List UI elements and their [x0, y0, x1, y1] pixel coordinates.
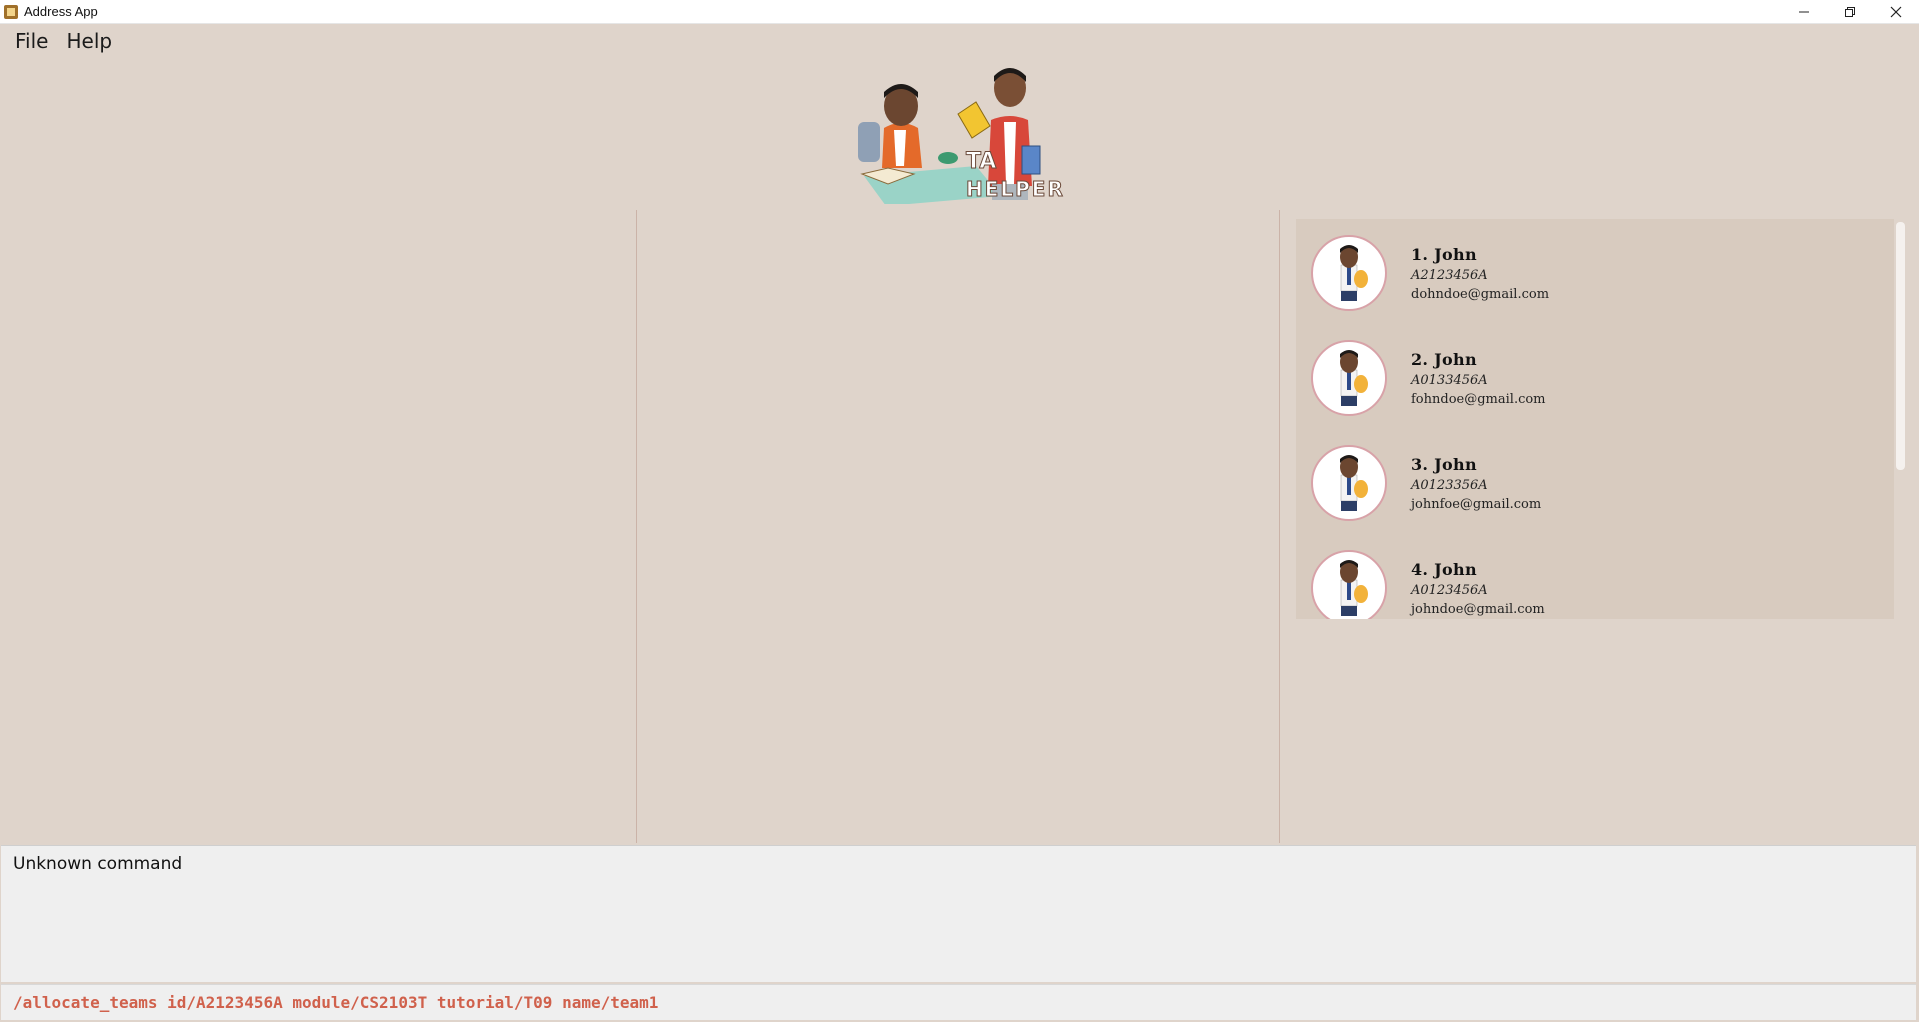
- person-name: 2. John: [1411, 350, 1477, 369]
- person-card[interactable]: 3. John A0123356A johnfoe@gmail.com: [1296, 433, 1894, 538]
- avatar: [1311, 235, 1387, 311]
- person-list-scrollbar[interactable]: [1896, 222, 1905, 470]
- window-controls: [1781, 0, 1919, 23]
- restore-icon[interactable]: [1827, 0, 1873, 23]
- person-list[interactable]: 1. John A2123456A dohndoe@gmail.com 2. J…: [1296, 219, 1894, 619]
- minimize-icon[interactable]: [1781, 0, 1827, 23]
- close-icon[interactable]: [1873, 0, 1919, 23]
- middle-panel: [637, 210, 1279, 843]
- avatar: [1311, 550, 1387, 619]
- person-id: A0133456A: [1411, 373, 1488, 388]
- command-input[interactable]: [1, 985, 1916, 1020]
- avatar: [1311, 445, 1387, 521]
- person-card[interactable]: 2. John A0133456A fohndoe@gmail.com: [1296, 328, 1894, 433]
- ta-helper-logo: TA HELPER: [826, 56, 1076, 206]
- window-title: Address App: [24, 4, 98, 19]
- person-email: johnfoe@gmail.com: [1411, 497, 1542, 512]
- app-icon: [4, 4, 18, 19]
- menu-help[interactable]: Help: [58, 29, 120, 53]
- person-name: 3. John: [1411, 455, 1477, 474]
- left-panel: [0, 210, 636, 843]
- person-name: 1. John: [1411, 245, 1477, 264]
- person-email: johndoe@gmail.com: [1411, 602, 1545, 617]
- window-titlebar: Address App: [0, 0, 1919, 24]
- column-divider-2: [1279, 210, 1280, 843]
- person-id: A0123356A: [1411, 478, 1488, 493]
- person-card[interactable]: 1. John A2123456A dohndoe@gmail.com: [1296, 223, 1894, 328]
- person-email: dohndoe@gmail.com: [1411, 287, 1550, 302]
- menu-file[interactable]: File: [7, 29, 56, 53]
- menu-bar: File Help: [0, 24, 120, 58]
- avatar: [1311, 340, 1387, 416]
- result-message: Unknown command: [13, 854, 183, 874]
- command-box: [1, 984, 1916, 1020]
- logo-ta-text: TA: [966, 149, 996, 174]
- person-id: A0123456A: [1411, 583, 1488, 598]
- person-email: fohndoe@gmail.com: [1411, 392, 1546, 407]
- logo-helper-text: HELPER: [966, 177, 1065, 201]
- person-id: A2123456A: [1411, 268, 1488, 283]
- person-name: 4. John: [1411, 560, 1477, 579]
- person-card[interactable]: 4. John A0123456A johndoe@gmail.com: [1296, 538, 1894, 619]
- result-display: Unknown command: [1, 845, 1916, 982]
